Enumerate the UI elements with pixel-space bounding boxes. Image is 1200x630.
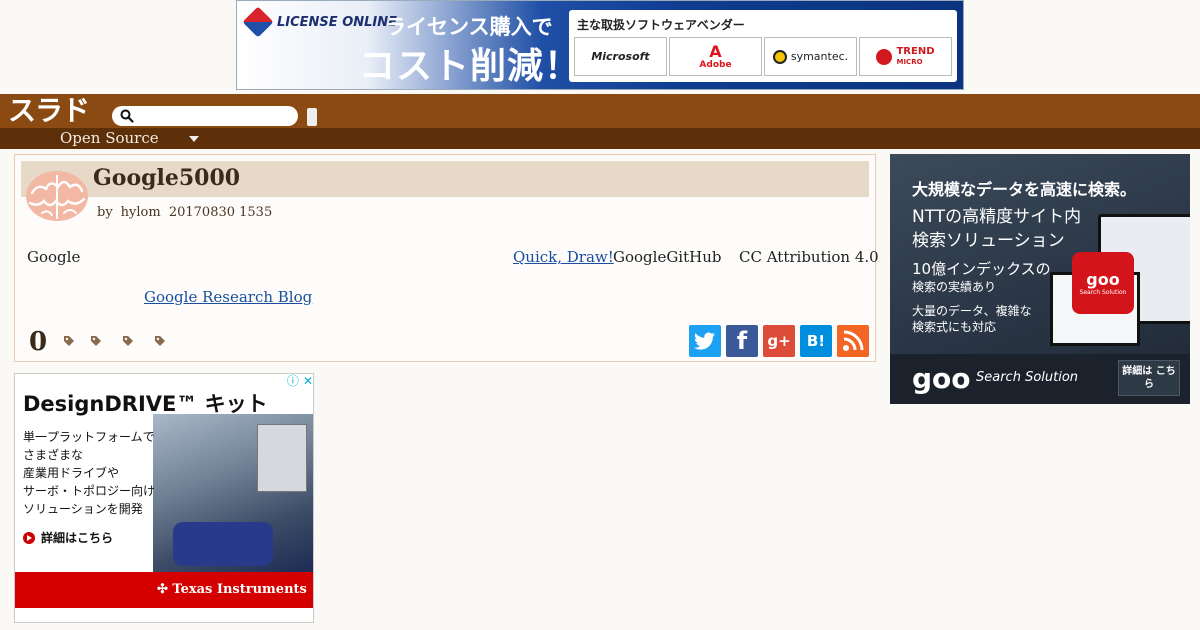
vendor-title: 主な取扱ソフトウェアベンダー [577,18,745,32]
vendor-sublabel: MICRO [896,57,923,66]
site-logo[interactable]: スラド [8,96,90,126]
motor-image [173,522,273,566]
ad-headline-2: コスト削減！ [359,46,582,87]
topic-dropdown-label: Open Source [60,129,159,147]
tag-icon[interactable] [90,335,102,347]
license-online-brand: LICENSE ONLINE [277,14,398,30]
story-title[interactable]: Google5000 [93,165,240,191]
ad-copy-line: サーボ・トポロジー向け [23,484,156,498]
vendor-trend-micro[interactable]: TREND MICRO [859,37,952,76]
rss-icon [843,330,864,351]
ad-line: 10億インデックスの [912,260,1051,278]
twitter-share-button[interactable] [689,325,721,357]
vendor-box: 主な取扱ソフトウェアベンダー Microsoft A Adobe symante… [569,10,957,82]
vendor-label: Adobe [699,59,732,70]
vendor-microsoft[interactable]: Microsoft [574,37,667,76]
story-body-line-1: Google Quick, Draw! GoogleGitHub CC Attr… [27,248,879,268]
story-body-line-2: Google Research Blog [144,288,312,306]
by-label: by [97,205,113,220]
vendor-label: symantec. [790,50,849,63]
vendor-list: Microsoft A Adobe symantec. TREND MICRO [574,37,952,76]
goo-logo: goo [912,362,971,395]
ad-line: 検索ソリューション [912,231,1065,251]
googleplus-share-button[interactable]: g+ [763,325,795,357]
body-text-google: Google [27,248,81,266]
license-text: CC Attribution 4.0 [739,248,879,266]
twitter-bird-icon [694,332,715,350]
ad-copy-line: ソリューションを開発 [23,502,143,516]
ad-info-icon[interactable]: ⓘ [287,374,299,389]
share-bar: f g+ B! [689,325,869,357]
byline: by hylom 20170830 1535 [97,205,272,220]
ad-copy: 単一プラットフォームで さまざまな 産業用ドライブや サーボ・トポロジー向け ソ… [23,428,155,518]
facebook-icon: f [736,327,748,355]
topic-dropdown[interactable]: Open Source [60,129,199,148]
search-submit-button[interactable] [307,108,317,126]
texas-instruments-logo: ✣ Texas Instruments [157,582,307,597]
body-text-github: GoogleGitHub [613,248,722,266]
adobe-logo-icon: A [709,41,722,61]
symantec-logo-icon [772,49,787,64]
rss-feed-button[interactable] [837,325,869,357]
goo-badge-logo: goo [1086,270,1120,289]
ad-detail-button[interactable]: 詳細は こちら [1118,360,1180,396]
vendor-adobe[interactable]: A Adobe [669,37,762,76]
tag-icon[interactable] [63,335,75,347]
vendor-label: Microsoft [591,50,650,63]
license-online-mark-icon [242,6,274,38]
trend-micro-logo-icon [876,48,893,65]
search-input[interactable] [112,106,298,126]
industrial-machine-image [153,414,313,574]
ad-close-icon[interactable]: ✕ [303,374,313,389]
ad-line: 大規模なデータを高速に検索。 [912,180,1137,199]
ad-line: 検索の実績あり [912,280,997,294]
goo-search-ad[interactable]: goo Search Solution 大規模なデータを高速に検索。 NTTの高… [890,154,1190,404]
ad-line: 大量のデータ、複雑な [912,304,1032,318]
author-link[interactable]: hylom [121,205,161,220]
nav-bar: Open Source [0,128,1200,149]
vendor-label: TREND [896,45,935,57]
research-blog-link[interactable]: Google Research Blog [144,288,312,306]
search-icon [120,109,134,123]
vendor-label-group: TREND MICRO [896,45,935,67]
goo-badge-icon: goo Search Solution [1072,252,1134,314]
ad-line: 検索式にも対応 [912,320,997,334]
comment-count[interactable]: 0 [29,327,47,357]
facebook-share-button[interactable]: f [726,325,758,357]
ad-line: NTTの高精度サイト内 [912,207,1082,227]
goo-badge-sub: Search Solution [1079,289,1127,296]
ad-detail-link-label: 詳細はこちら [41,531,114,545]
tag-icon[interactable] [154,335,166,347]
brain-topic-icon [26,171,88,221]
top-banner-ad[interactable]: LICENSE ONLINE ライセンス購入で コスト削減！ 主な取扱ソフトウェ… [236,0,964,90]
vendor-symantec[interactable]: symantec. [764,37,857,76]
caret-down-icon [188,135,199,142]
quick-draw-link[interactable]: Quick, Draw! [513,248,614,266]
ad-copy-line: さまざまな [23,448,84,462]
story-article: Google5000 by hylom 20170830 1535 Google … [14,154,879,362]
hatena-bookmark-button[interactable]: B! [800,325,832,357]
hatena-icon: B! [806,332,826,350]
ad-copy-line: 産業用ドライブや [23,466,120,480]
site-header: スラド [0,94,1200,128]
ad-copy-line: 単一プラットフォームで [23,430,155,444]
tag-icon[interactable] [122,335,134,347]
drive-unit-image [257,424,307,492]
googleplus-icon: g+ [767,332,791,350]
ad-choices[interactable]: ⓘ ✕ [283,374,313,389]
post-timestamp: 20170830 1535 [168,205,273,220]
designdrive-ad[interactable]: ⓘ ✕ DesignDRIVE™ キット 単一プラットフォームで さまざまな 産… [14,373,314,623]
ad-detail-link[interactable]: 詳細はこちら [23,529,113,546]
license-online-logo: LICENSE ONLINE [242,6,398,38]
goo-search-solution-label: Search Solution [976,370,1079,385]
play-arrow-icon [23,531,35,544]
